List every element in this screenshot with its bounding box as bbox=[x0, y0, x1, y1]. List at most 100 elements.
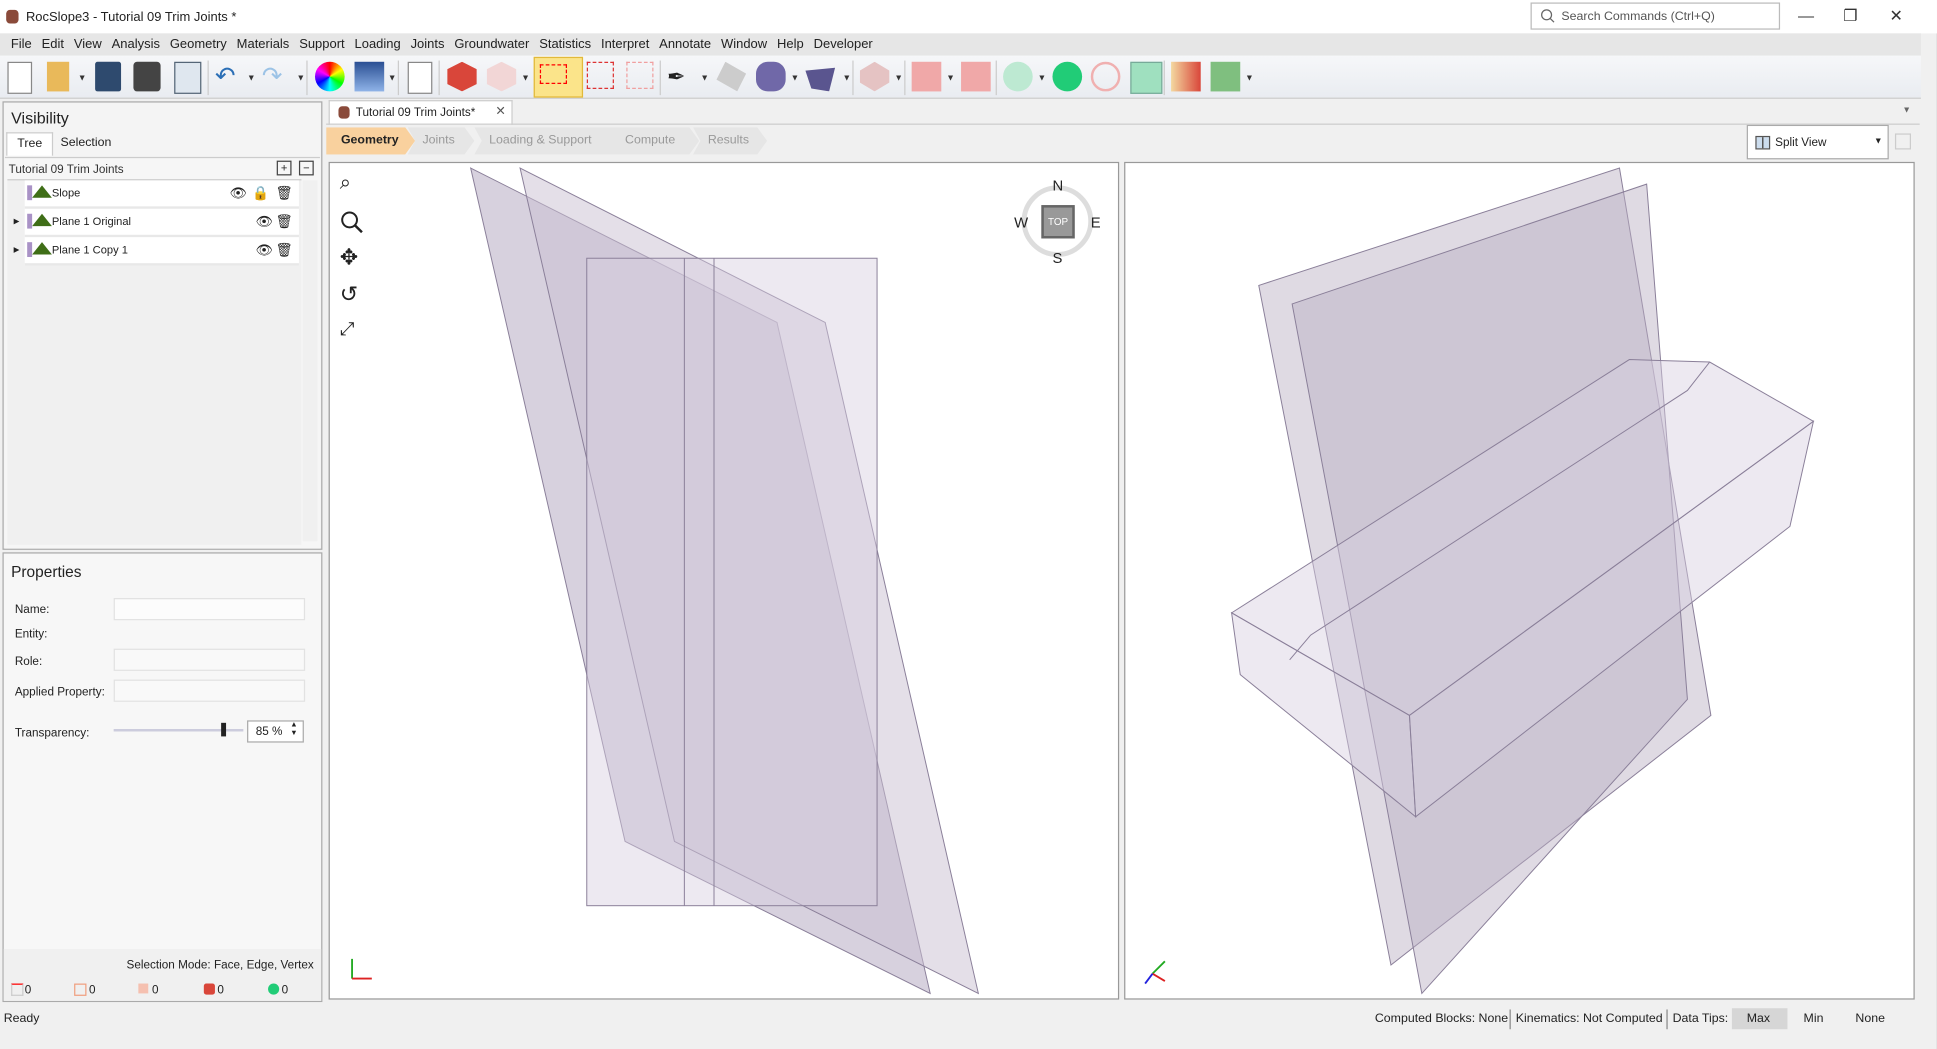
plane-icon[interactable] bbox=[716, 61, 747, 92]
workflow-geometry[interactable]: Geometry bbox=[326, 127, 415, 154]
viewport-top[interactable]: ⌕ ✥ ↺ ⤢ TOP N S E W bbox=[328, 161, 1120, 1000]
import-joints-icon[interactable] bbox=[805, 67, 836, 92]
menu-joints[interactable]: Joints bbox=[406, 33, 450, 55]
boolean-union-faded-icon[interactable] bbox=[1003, 61, 1033, 92]
delete-icon[interactable]: 🗑 bbox=[275, 185, 292, 202]
menu-geometry[interactable]: Geometry bbox=[165, 33, 232, 55]
data-tips-max-button[interactable]: Max bbox=[1747, 1012, 1770, 1026]
restore-button[interactable]: ❐ bbox=[1838, 6, 1863, 26]
transparency-spinner[interactable]: 85 % ▲ ▼ bbox=[247, 720, 304, 743]
support-icon[interactable] bbox=[859, 61, 890, 92]
menu-help[interactable]: Help bbox=[772, 33, 809, 55]
menu-view[interactable]: View bbox=[69, 33, 107, 55]
tree-item-plane-1-copy-1[interactable]: Plane 1 Copy 1 👁 🗑 bbox=[24, 237, 299, 266]
paint-block-icon[interactable] bbox=[1171, 61, 1201, 92]
grid-split-icon[interactable] bbox=[1130, 61, 1163, 94]
delete-icon[interactable]: 🗑 bbox=[275, 242, 292, 258]
data-tips-none-button[interactable]: None bbox=[1855, 1012, 1885, 1026]
expand-all-icon[interactable]: + bbox=[276, 160, 292, 176]
workflow-loading-support[interactable]: Loading & Support bbox=[474, 127, 620, 154]
paint-bucket-icon[interactable] bbox=[1210, 61, 1241, 92]
workflow-compute[interactable]: Compute bbox=[610, 127, 699, 154]
menu-developer[interactable]: Developer bbox=[809, 33, 878, 55]
menu-file[interactable]: File bbox=[6, 33, 37, 55]
close-tab-icon[interactable]: ✕ bbox=[495, 105, 505, 119]
slider-thumb[interactable] bbox=[221, 722, 227, 737]
boolean-subtract-icon[interactable] bbox=[1090, 61, 1121, 92]
computed-blocks-status: Computed Blocks: None bbox=[1374, 1011, 1509, 1026]
close-button[interactable]: ✕ bbox=[1884, 6, 1909, 26]
layout-options-icon[interactable] bbox=[1894, 133, 1912, 150]
tab-tree[interactable]: Tree bbox=[6, 132, 54, 156]
menu-materials[interactable]: Materials bbox=[232, 33, 295, 55]
menu-statistics[interactable]: Statistics bbox=[534, 33, 596, 55]
rotate-block-icon[interactable] bbox=[961, 61, 991, 92]
menu-interpret[interactable]: Interpret bbox=[596, 33, 654, 55]
new-file-icon[interactable] bbox=[7, 61, 33, 94]
menu-window[interactable]: Window bbox=[716, 33, 772, 55]
print-icon[interactable] bbox=[133, 61, 161, 92]
collapse-all-icon[interactable]: − bbox=[298, 160, 314, 176]
background-image-icon[interactable] bbox=[354, 61, 385, 92]
view-compass[interactable]: TOP bbox=[1021, 185, 1094, 258]
undo-icon[interactable]: ↶ bbox=[215, 62, 245, 92]
expand-arrow-icon[interactable]: ▶ bbox=[14, 217, 20, 226]
redo-icon[interactable]: ↷ bbox=[262, 62, 292, 92]
workflow-joints[interactable]: Joints bbox=[408, 127, 475, 154]
eye-icon[interactable]: 👁 bbox=[256, 214, 273, 230]
menu-support[interactable]: Support bbox=[294, 33, 349, 55]
minimize-button[interactable]: — bbox=[1794, 6, 1819, 25]
search-commands-input[interactable]: Search Commands (Ctrl+Q) bbox=[1530, 2, 1781, 30]
eye-icon[interactable]: 👁 bbox=[256, 242, 273, 258]
menu-groundwater[interactable]: Groundwater bbox=[449, 33, 534, 55]
document-tab-label: Tutorial 09 Trim Joints* bbox=[355, 106, 476, 120]
delete-icon[interactable]: 🗑 bbox=[275, 214, 292, 230]
app-logo-icon bbox=[6, 9, 19, 24]
tab-overflow-icon[interactable]: ▼ bbox=[1902, 106, 1911, 115]
color-wheel-icon[interactable] bbox=[315, 61, 345, 92]
solid-block-icon[interactable] bbox=[447, 61, 477, 92]
lock-selection-icon[interactable] bbox=[586, 61, 614, 89]
pen-tool-icon[interactable]: ✒ bbox=[667, 62, 697, 92]
transparency-slider[interactable] bbox=[113, 722, 244, 737]
spinner-arrows-icon[interactable]: ▲ ▼ bbox=[290, 722, 297, 739]
zoom-window-icon[interactable]: ⌕ bbox=[340, 173, 351, 195]
workflow-results[interactable]: Results bbox=[693, 127, 767, 154]
boolean-intersect-icon[interactable] bbox=[1052, 61, 1083, 92]
menu-loading[interactable]: Loading bbox=[350, 33, 406, 55]
move-block-icon[interactable] bbox=[911, 61, 942, 92]
tab-selection[interactable]: Selection bbox=[51, 132, 122, 154]
vertex-count: 0 bbox=[24, 983, 32, 998]
expand-arrow-icon[interactable]: ▶ bbox=[14, 246, 20, 254]
applied-property-select[interactable] bbox=[113, 679, 306, 702]
lock-icon[interactable]: 🔒 bbox=[252, 185, 269, 202]
tree-item-plane-1-original[interactable]: Plane 1 Original 👁 🗑 bbox=[24, 208, 299, 238]
menu-analysis[interactable]: Analysis bbox=[107, 33, 165, 55]
pan-icon[interactable]: ✥ bbox=[340, 245, 359, 271]
view-mode-select[interactable]: Split View ▼ bbox=[1746, 124, 1889, 160]
name-field[interactable] bbox=[113, 598, 306, 621]
data-tips-min-button[interactable]: Min bbox=[1804, 1012, 1824, 1026]
vertex-count-icon bbox=[11, 983, 24, 996]
box-select-button[interactable] bbox=[533, 56, 584, 98]
clear-selection-icon[interactable] bbox=[626, 61, 654, 89]
edit-properties-icon[interactable] bbox=[407, 61, 433, 94]
compass-east: E bbox=[1090, 213, 1101, 232]
wireframe-block-icon[interactable] bbox=[486, 61, 517, 92]
menu-edit[interactable]: Edit bbox=[37, 33, 69, 55]
compass-top-face[interactable]: TOP bbox=[1041, 205, 1075, 239]
viewport-perspective[interactable] bbox=[1124, 161, 1915, 1000]
zoom-extents-icon[interactable]: ⤢ bbox=[340, 319, 355, 340]
tree-scrollbar[interactable] bbox=[302, 180, 318, 542]
report-icon[interactable] bbox=[174, 61, 202, 94]
tree-item-slope[interactable]: Slope 👁 🔒 🗑 bbox=[24, 180, 299, 209]
zoom-icon[interactable] bbox=[340, 210, 365, 235]
shapes-icon[interactable] bbox=[756, 61, 786, 92]
rotate-icon[interactable]: ↺ bbox=[340, 282, 359, 308]
save-icon[interactable] bbox=[95, 61, 122, 92]
open-folder-icon[interactable] bbox=[46, 61, 70, 92]
eye-icon[interactable]: 👁 bbox=[230, 185, 247, 202]
menu-annotate[interactable]: Annotate bbox=[654, 33, 716, 55]
role-select[interactable] bbox=[113, 648, 306, 671]
document-tab[interactable]: Tutorial 09 Trim Joints* ✕ bbox=[328, 100, 513, 125]
